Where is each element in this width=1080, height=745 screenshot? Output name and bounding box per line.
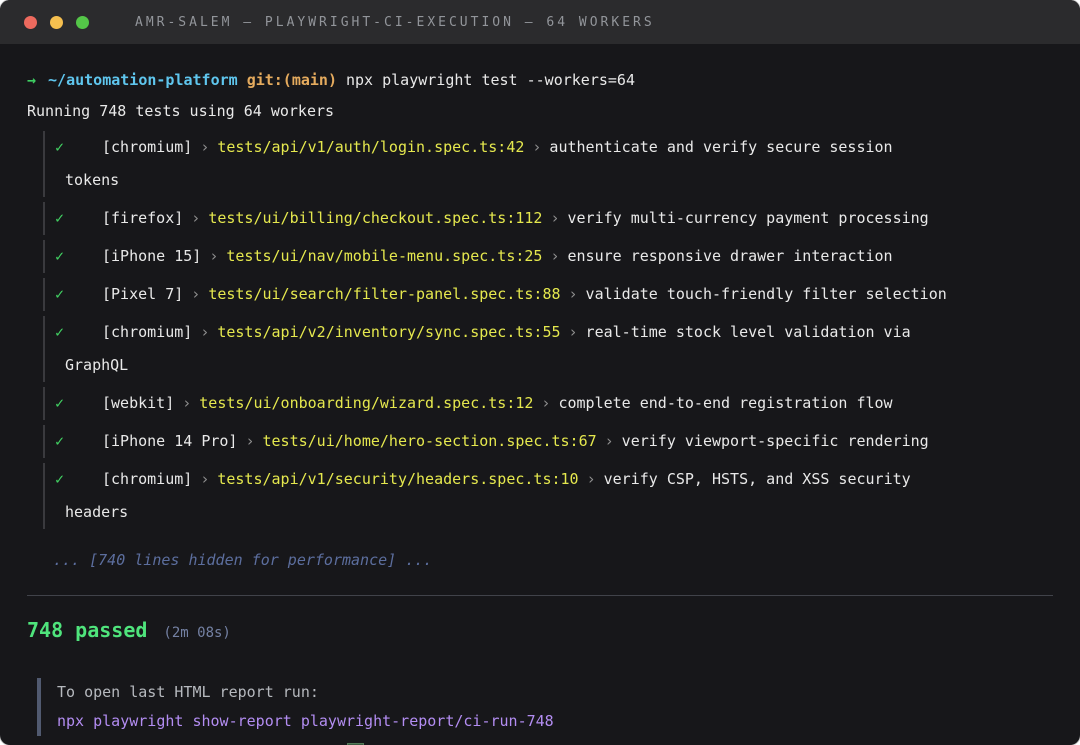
typed-command: npx playwright test --workers=64: [346, 71, 635, 89]
test-result-line: ✓[iPhone 15]›tests/ui/nav/mobile-menu.sp…: [65, 240, 1053, 273]
test-result-line: ✓[firefox]›tests/ui/billing/checkout.spe…: [65, 202, 1053, 235]
test-file-path: tests/ui/search/filter-panel.spec.ts:88: [208, 285, 560, 303]
test-description: real-time stock level validation via: [586, 323, 911, 341]
chevron-separator: ›: [532, 138, 541, 156]
test-description-wrap: tokens: [65, 164, 1053, 197]
test-description: validate touch-friendly filter selection: [586, 285, 947, 303]
test-result-row: ✓[chromium] › tests/api/v2/inventory/sync.…: [43, 316, 1053, 382]
test-result-line: ✓[chromium]›tests/api/v1/auth/login.spec…: [65, 131, 1053, 164]
chevron-separator: ›: [569, 285, 578, 303]
chevron-separator: ›: [605, 432, 614, 450]
running-status-line: Running 748 tests using 64 workers: [27, 97, 1053, 126]
check-icon: ✓: [55, 463, 102, 496]
traffic-lights: [24, 16, 89, 29]
test-file-path: tests/ui/billing/checkout.spec.ts:112: [208, 209, 542, 227]
test-result-row: ✓[chromium] › tests/api/v1/auth/login.spec…: [43, 131, 1053, 197]
terminal-window: AMR-SALEM — PLAYWRIGHT-CI-EXECUTION — 64…: [0, 0, 1080, 745]
test-file-path: tests/ui/home/hero-section.spec.ts:67: [263, 432, 597, 450]
prompt-git-branch: git:(main): [247, 71, 337, 89]
test-project: [Pixel 7]: [102, 285, 183, 303]
test-result-row: ✓[webkit] › tests/ui/onboarding/wizard.spe…: [43, 387, 1053, 420]
check-icon: ✓: [55, 131, 102, 164]
report-hint-block: To open last HTML report run: npx playwr…: [37, 678, 1053, 736]
section-divider: [27, 595, 1053, 596]
chevron-separator: ›: [191, 209, 200, 227]
test-result-row: ✓[firefox] › tests/ui/billing/checkout.spe…: [43, 202, 1053, 235]
chevron-separator: ›: [550, 209, 559, 227]
chevron-separator: ›: [209, 247, 218, 265]
title-bar: AMR-SALEM — PLAYWRIGHT-CI-EXECUTION — 64…: [0, 0, 1080, 44]
chevron-separator: ›: [245, 432, 254, 450]
test-result-line: ✓[iPhone 14 Pro]›tests/ui/home/hero-sect…: [65, 425, 1053, 458]
check-icon: ✓: [55, 202, 102, 235]
chevron-separator: ›: [550, 247, 559, 265]
chevron-separator: ›: [182, 394, 191, 412]
test-result-line: ✓[chromium]›tests/api/v1/security/header…: [65, 463, 1053, 496]
test-file-path: tests/api/v1/security/headers.spec.ts:10: [217, 470, 578, 488]
test-description: verify multi-currency payment processing: [567, 209, 928, 227]
chevron-separator: ›: [200, 323, 209, 341]
check-icon: ✓: [55, 278, 102, 311]
chevron-separator: ›: [541, 394, 550, 412]
minimize-button[interactable]: [50, 16, 63, 29]
test-project: [firefox]: [102, 209, 183, 227]
chevron-separator: ›: [200, 138, 209, 156]
test-file-path: tests/api/v2/inventory/sync.spec.ts:55: [217, 323, 560, 341]
test-file-path: tests/ui/onboarding/wizard.spec.ts:12: [199, 394, 533, 412]
test-project: [iPhone 14 Pro]: [102, 432, 237, 450]
run-duration: (2m 08s): [163, 625, 230, 641]
check-icon: ✓: [55, 316, 102, 349]
test-result-row: ✓[chromium] › tests/api/v1/security/header…: [43, 463, 1053, 529]
test-result-line: ✓[chromium]›tests/api/v2/inventory/sync.…: [65, 316, 1053, 349]
close-button[interactable]: [24, 16, 37, 29]
test-project: [chromium]: [102, 138, 192, 156]
passed-count: 748 passed: [27, 618, 147, 642]
test-result-row: ✓[Pixel 7] › tests/ui/search/filter-panel.…: [43, 278, 1053, 311]
test-project: [chromium]: [102, 470, 192, 488]
test-project: [iPhone 15]: [102, 247, 201, 265]
test-description: complete end-to-end registration flow: [558, 394, 892, 412]
test-description: verify CSP, HSTS, and XSS security: [604, 470, 911, 488]
command-prompt-line: → ~/automation-platform git:(main) npx play…: [27, 66, 1053, 95]
prompt-cwd: ~/automation-platform: [48, 71, 238, 89]
chevron-separator: ›: [587, 470, 596, 488]
report-hint-text: To open last HTML report run:: [57, 678, 1053, 707]
test-description-wrap: GraphQL: [65, 349, 1053, 382]
terminal-content[interactable]: → ~/automation-platform git:(main) npx play…: [0, 44, 1080, 745]
chevron-separator: ›: [569, 323, 578, 341]
check-icon: ✓: [55, 387, 102, 420]
test-description-wrap: headers: [65, 496, 1053, 529]
check-icon: ✓: [55, 425, 102, 458]
test-description: authenticate and verify secure session: [549, 138, 892, 156]
zoom-button[interactable]: [76, 16, 89, 29]
test-results-list: ✓[chromium]›tests/api/v1/auth/login.spec…: [43, 131, 1053, 529]
test-description: verify viewport-specific rendering: [622, 432, 929, 450]
test-file-path: tests/api/v1/auth/login.spec.ts:42: [217, 138, 524, 156]
prompt-arrow-icon: →: [27, 71, 36, 89]
test-summary: 748 passed (2m 08s): [27, 618, 1053, 642]
chevron-separator: ›: [200, 470, 209, 488]
chevron-separator: ›: [191, 285, 200, 303]
test-result-row: ✓[iPhone 15] › tests/ui/nav/mobile-menu.sp…: [43, 240, 1053, 273]
test-result-line: ✓[webkit]›tests/ui/onboarding/wizard.spe…: [65, 387, 1053, 420]
check-icon: ✓: [55, 240, 102, 273]
hidden-lines-note: ... [740 lines hidden for performance] .…: [53, 549, 1053, 571]
test-file-path: tests/ui/nav/mobile-menu.spec.ts:25: [226, 247, 542, 265]
test-project: [webkit]: [102, 394, 174, 412]
test-result-row: ✓[iPhone 14 Pro] › tests/ui/home/hero-sect…: [43, 425, 1053, 458]
test-project: [chromium]: [102, 323, 192, 341]
window-title: AMR-SALEM — PLAYWRIGHT-CI-EXECUTION — 64…: [135, 15, 655, 30]
test-result-line: ✓[Pixel 7]›tests/ui/search/filter-panel.…: [65, 278, 1053, 311]
test-description: ensure responsive drawer interaction: [567, 247, 892, 265]
report-command: npx playwright show-report playwright-re…: [57, 707, 1053, 736]
